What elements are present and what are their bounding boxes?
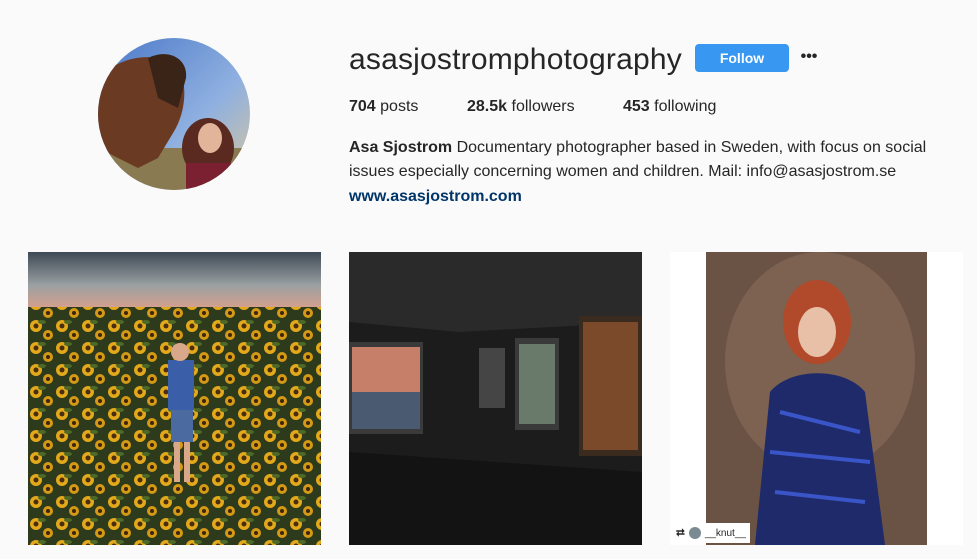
following-label: following <box>649 98 717 115</box>
profile-bio: Asa Sjostrom Documentary photographer ba… <box>349 136 969 184</box>
sunflower-field-image <box>28 252 321 545</box>
posts-label: posts <box>375 98 419 115</box>
followers-label: followers <box>507 98 575 115</box>
repost-username: __knut__ <box>704 527 746 539</box>
posts-count: 704 <box>349 98 376 115</box>
followers-count: 28.5k <box>467 98 508 115</box>
profile-avatar[interactable] <box>98 38 250 190</box>
repost-badge: ⮂ __knut__ <box>672 523 750 543</box>
avatar-image <box>98 38 250 190</box>
gallery-image <box>349 252 642 545</box>
post-thumbnail[interactable]: ⮂ __knut__ <box>670 252 963 545</box>
repost-user-avatar <box>688 527 701 539</box>
more-options-icon[interactable]: ••• <box>798 44 820 72</box>
follow-button[interactable]: Follow <box>695 44 789 72</box>
profile-full-name: Asa Sjostrom <box>349 139 453 156</box>
post-thumbnail[interactable] <box>349 252 642 545</box>
profile-username: asasjostromphotography <box>349 43 682 76</box>
profile-website-link[interactable]: www.asasjostrom.com <box>349 185 522 209</box>
followers-stat[interactable]: 28.5k followers <box>467 96 575 118</box>
posts-count-stat: 704 posts <box>349 96 418 118</box>
portrait-image <box>670 252 963 545</box>
following-count: 453 <box>623 98 650 115</box>
repost-icon: ⮂ <box>676 526 685 539</box>
post-thumbnail[interactable] <box>28 252 321 545</box>
following-stat[interactable]: 453 following <box>623 96 716 118</box>
